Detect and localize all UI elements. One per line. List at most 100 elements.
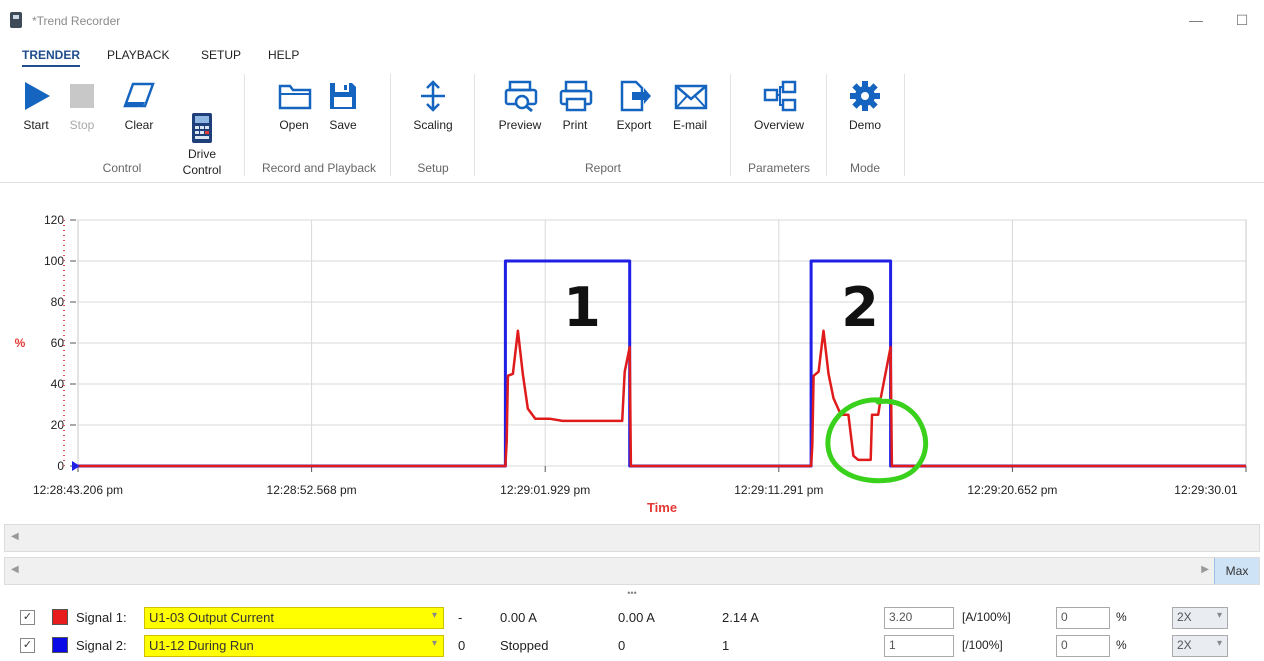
drive-icon [186, 96, 218, 143]
export-icon [618, 80, 651, 112]
signal-1-zoom-select[interactable]: 2X ▾ [1172, 607, 1228, 629]
scaling-button[interactable]: Scaling [410, 80, 456, 132]
save-button[interactable]: Save [326, 80, 360, 132]
horizontal-scrollbar-top[interactable]: ◀ [4, 524, 1260, 552]
signal-2-zoom-value: 2X [1177, 638, 1192, 652]
signal-1-value-3: 2.14 A [722, 610, 759, 625]
export-button[interactable]: Export [612, 80, 656, 132]
print-button[interactable]: Print [556, 80, 594, 132]
y-tick-label: 60 [51, 336, 65, 350]
signal-row-1: ✓ Signal 1: U1-03 Output Current ▾ - 0.0… [0, 605, 1264, 631]
signal-1-parameter-value: U1-03 Output Current [149, 610, 275, 625]
open-button[interactable]: Open [274, 80, 314, 132]
tab-help[interactable]: HELP [268, 48, 299, 62]
signal-1-scale-input[interactable]: 3.20 [884, 607, 954, 629]
stop-icon [66, 80, 98, 112]
stop-label: Stop [69, 118, 95, 132]
horizontal-scrollbar-bottom[interactable]: ◀ ▶ Max [4, 557, 1260, 585]
group-label-record-playback: Record and Playback [261, 161, 377, 175]
signal-2-offset-input[interactable]: 0 [1056, 635, 1110, 657]
x-tick-label: 12:29:11.291 pm [734, 483, 823, 497]
signal-2-unit: [/100%] [962, 638, 1003, 652]
signal-2-parameter-select[interactable]: U1-12 During Run ▾ [144, 635, 444, 657]
envelope-icon [674, 80, 708, 112]
chevron-down-icon: ▾ [431, 610, 437, 621]
signal-2-color-swatch[interactable] [52, 637, 68, 653]
signal-2-value-2: 0 [618, 638, 626, 653]
menu-tabs: TRENDER PLAYBACK SETUP HELP [0, 46, 1264, 68]
save-label: Save [329, 118, 357, 132]
ribbon-separator [730, 74, 731, 176]
y-axis-label: % [15, 336, 26, 350]
signal-1-unit: [A/100%] [962, 610, 1011, 624]
eraser-icon [123, 80, 155, 112]
overview-button[interactable]: Overview [748, 80, 810, 132]
start-label: Start [23, 118, 49, 132]
signal-2-label: Signal 2: [76, 638, 127, 653]
ribbon-separator [244, 74, 245, 176]
x-tick-label: 12:28:52.568 pm [267, 483, 357, 497]
window-title: *Trend Recorder [32, 14, 121, 28]
minimize-button[interactable]: — [1186, 10, 1206, 30]
signal-1-color-swatch[interactable] [52, 609, 68, 625]
signal-1-zoom-value: 2X [1177, 610, 1192, 624]
drive-control-label: Drive Control [182, 147, 222, 177]
chevron-down-icon: ▾ [1216, 610, 1222, 621]
email-button[interactable]: E-mail [668, 80, 712, 132]
demo-button[interactable]: Demo [844, 80, 886, 132]
overview-label: Overview [753, 118, 804, 132]
scroll-left-icon[interactable]: ◀ [11, 564, 19, 575]
annotation-label: 1 [563, 276, 601, 339]
group-label-control: Control [102, 161, 142, 175]
signal-2-zoom-select[interactable]: 2X ▾ [1172, 635, 1228, 657]
group-label-mode: Mode [849, 161, 881, 175]
scroll-right-icon[interactable]: ▶ [1201, 564, 1209, 575]
signal-1-offset-unit: % [1116, 610, 1127, 624]
start-button[interactable]: Start [18, 80, 54, 132]
ribbon: Start Stop Clear Drive Control Control O… [0, 70, 1264, 183]
demo-label: Demo [848, 118, 881, 132]
maximize-button[interactable]: ☐ [1232, 10, 1252, 30]
print-label: Print [562, 118, 588, 132]
stop-button[interactable]: Stop [64, 80, 100, 132]
signal-2-checkbox[interactable]: ✓ [20, 638, 35, 653]
printer-icon [559, 80, 593, 112]
max-button[interactable]: Max [1214, 558, 1259, 584]
ribbon-separator [826, 74, 827, 176]
tab-setup[interactable]: SETUP [201, 48, 241, 62]
signal-1-offset-input[interactable]: 0 [1056, 607, 1110, 629]
preview-label: Preview [498, 118, 542, 132]
panel-splitter[interactable]: ••• [0, 589, 1264, 600]
title-bar: *Trend Recorder — ☐ [0, 0, 1264, 40]
preview-button[interactable]: Preview [496, 80, 544, 132]
y-tick-label: 80 [51, 295, 65, 309]
signal-2-scale-input[interactable]: 1 [884, 635, 954, 657]
play-icon [20, 80, 52, 112]
chevron-down-icon: ▾ [1216, 638, 1222, 649]
y-tick-label: 40 [51, 377, 65, 391]
scroll-left-icon[interactable]: ◀ [11, 531, 19, 542]
group-label-setup: Setup [417, 161, 449, 175]
signal-1-checkbox[interactable]: ✓ [20, 610, 35, 625]
signal-1-dash: - [458, 610, 463, 625]
signal-2-value-3: 1 [722, 638, 730, 653]
scaling-icon [417, 80, 449, 112]
folder-icon [278, 80, 312, 112]
tab-trender[interactable]: TRENDER [22, 48, 81, 67]
x-axis-label: Time [647, 500, 677, 515]
signal-row-2: ✓ Signal 2: U1-12 During Run ▾ 0 Stopped… [0, 633, 1264, 659]
signal-1-label: Signal 1: [76, 610, 127, 625]
hierarchy-icon [763, 80, 797, 112]
email-label: E-mail [672, 118, 707, 132]
group-label-parameters: Parameters [747, 161, 811, 175]
tab-playback[interactable]: PLAYBACK [107, 48, 169, 62]
group-label-report: Report [584, 161, 622, 175]
signal-1-parameter-select[interactable]: U1-03 Output Current ▾ [144, 607, 444, 629]
app-icon [10, 12, 22, 28]
scaling-label: Scaling [413, 118, 453, 132]
clear-button[interactable]: Clear [120, 80, 158, 132]
x-tick-label: 12:29:01.929 pm [500, 483, 590, 497]
open-label: Open [279, 118, 309, 132]
signal-2-parameter-value: U1-12 During Run [149, 638, 254, 653]
annotation-label: 2 [841, 276, 879, 339]
